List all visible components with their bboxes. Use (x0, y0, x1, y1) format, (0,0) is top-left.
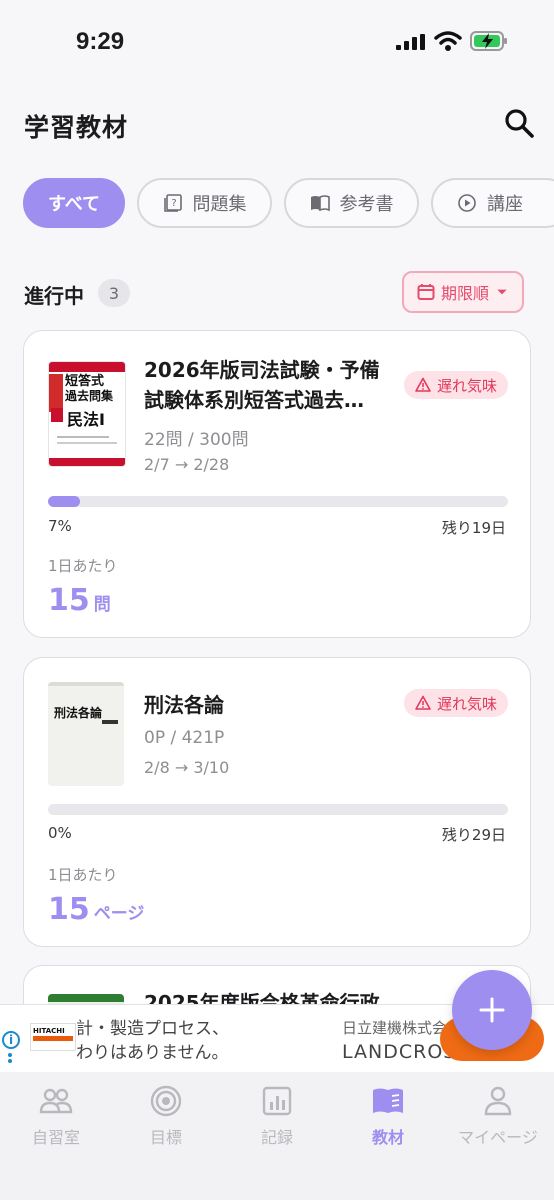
cellular-signal-icon (396, 34, 425, 50)
status-badge-label: 遅れ気味 (436, 694, 497, 713)
filter-chip-row: すべて ? 問題集 参考書 講座 (0, 178, 554, 232)
info-icon[interactable]: i (2, 1031, 20, 1049)
material-card[interactable]: 短答式 過去問集 民法Ⅰ 2026年版司法試験・予備試験体系別短答式過去… 遅れ… (23, 330, 531, 638)
tab-label: 記録 (260, 1128, 293, 1147)
filter-chip-workbook[interactable]: ? 問題集 (137, 178, 272, 228)
ad-copy-line: わりはありません。 (76, 1043, 229, 1063)
filter-chip-all[interactable]: すべて (23, 178, 125, 228)
progress-bar (48, 496, 508, 507)
count-badge: 3 (98, 279, 130, 307)
filter-chip-label: 講座 (487, 194, 523, 215)
tab-label: 自習室 (31, 1128, 80, 1147)
caret-down-icon (497, 289, 507, 295)
target-icon (150, 1085, 182, 1117)
svg-text:?: ? (171, 198, 176, 209)
wifi-icon (434, 31, 462, 51)
tab-materials[interactable]: 教材 (333, 1084, 443, 1148)
per-day-unit: 問 (93, 595, 111, 615)
chart-icon (262, 1086, 292, 1116)
book-cover-image: 短答式 過去問集 民法Ⅰ (48, 361, 126, 467)
filter-chip-label: すべて (47, 194, 101, 215)
warning-icon (415, 377, 431, 392)
ad-logo: HITACHI (30, 1023, 76, 1051)
filter-chip-course[interactable]: 講座 (431, 178, 554, 228)
book-icon (373, 1088, 403, 1113)
question-book-icon: ? (163, 194, 182, 212)
progress-count: 22問 / 300問 (144, 430, 249, 450)
people-icon (39, 1088, 73, 1114)
warning-icon (415, 695, 431, 710)
ad-brand: 日立建機株式会 (342, 1019, 448, 1037)
status-badge-label: 遅れ気味 (436, 376, 497, 395)
ad-dots-icon (8, 1053, 14, 1069)
tab-record[interactable]: 記録 (222, 1084, 332, 1148)
per-day-value: 15 ページ (48, 892, 144, 927)
progress-percent: 7% (48, 517, 72, 535)
remaining-days: 残り19日 (441, 519, 506, 537)
date-range: 2/7 → 2/28 (144, 455, 230, 474)
per-day-number: 15 (48, 583, 90, 618)
sort-label: 期限順 (440, 284, 489, 303)
material-card[interactable]: 刑法各論 刑法各論 遅れ気味 0P / 421P 2/8 → 3/10 0% 残… (23, 657, 531, 947)
cover-text: 民法Ⅰ (67, 410, 105, 429)
ad-product: LANDCROS (342, 1041, 457, 1063)
book-title: 2026年版司法試験・予備試験体系別短答式過去… (144, 358, 380, 412)
tab-label: 目標 (149, 1128, 182, 1147)
plus-icon (479, 997, 505, 1023)
cover-text: 過去問集 (65, 389, 114, 403)
date-range: 2/8 → 3/10 (144, 758, 230, 777)
battery-charging-icon (470, 31, 507, 51)
cover-text: 短答式 (65, 374, 105, 389)
progress-percent: 0% (48, 824, 72, 842)
progress-count: 0P / 421P (144, 728, 225, 748)
status-time: 9:29 (76, 28, 125, 55)
tab-my-page[interactable]: マイページ (443, 1084, 553, 1148)
per-day-label: 1日あたり (48, 866, 118, 884)
ad-copy: 計・製造プロセス、 わりはありません。 (76, 1017, 229, 1065)
progress-bar (48, 804, 508, 815)
tab-label: マイページ (458, 1128, 538, 1147)
sort-dropdown[interactable]: 期限順 (402, 271, 524, 313)
per-day-number: 15 (48, 892, 90, 927)
per-day-label: 1日あたり (48, 557, 118, 575)
bottom-tab-bar: 自習室 目標 記録 教材 マイページ (0, 1072, 554, 1200)
open-book-icon (310, 195, 330, 212)
tab-label: 教材 (371, 1128, 404, 1147)
per-day-value: 15 問 (48, 583, 111, 618)
filter-chip-label: 参考書 (339, 194, 394, 215)
book-cover-image: 刑法各論 (48, 682, 124, 786)
search-icon[interactable] (502, 106, 536, 140)
progress-bar-fill (48, 496, 81, 507)
status-badge: 遅れ気味 (404, 371, 508, 399)
filter-chip-label: 問題集 (192, 194, 247, 215)
tab-study-room[interactable]: 自習室 (1, 1084, 111, 1148)
person-icon (484, 1086, 512, 1116)
book-title: 刑法各論 (144, 693, 224, 717)
play-circle-icon (458, 194, 476, 212)
remaining-days: 残り29日 (441, 826, 506, 844)
filter-chip-reference[interactable]: 参考書 (284, 178, 419, 228)
calendar-icon (417, 284, 435, 300)
status-badge: 遅れ気味 (404, 689, 508, 717)
section-title: 進行中 (24, 284, 84, 308)
per-day-unit: ページ (93, 904, 145, 924)
cover-text: 刑法各論 (54, 706, 103, 720)
tab-goal[interactable]: 目標 (111, 1084, 221, 1148)
ad-logo-text: HITACHI (33, 1027, 65, 1035)
page-title: 学習教材 (24, 113, 129, 142)
add-material-button[interactable] (452, 970, 532, 1050)
ad-copy-line: 計・製造プロセス、 (76, 1019, 229, 1039)
